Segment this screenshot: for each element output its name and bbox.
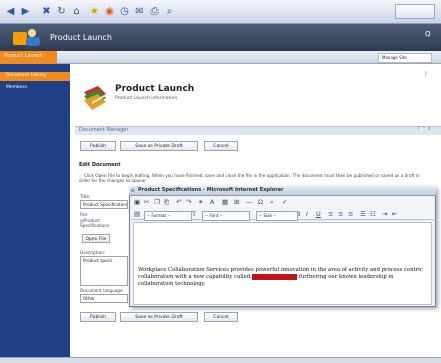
nav-item-document-library[interactable]: Document Library <box>0 72 70 81</box>
save-draft-button[interactable]: Save as Private Draft <box>120 141 198 151</box>
publish-button-bottom[interactable]: Publish <box>80 312 116 322</box>
site-bar <box>0 51 441 64</box>
page-subtitle: Product Launch information <box>115 96 178 101</box>
underline-icon[interactable]: U <box>316 209 321 220</box>
description-label: Description: <box>80 250 106 255</box>
stop-icon[interactable]: ✖ <box>40 5 53 18</box>
copy-icon[interactable]: ❐ <box>154 197 160 208</box>
table-icon[interactable]: ⊞ <box>234 197 239 208</box>
rich-text-editor[interactable] <box>133 222 432 305</box>
editor-toolbar-row-1: ▣ ✂ ❐ ⎗ ↶ ↷ ⚭ A ▦ ⊞ ― Ω ⌕ ✓ <box>131 197 434 208</box>
font-color-icon[interactable]: A <box>210 197 214 208</box>
edit-document-heading: Edit Document <box>79 162 121 168</box>
cancel-button[interactable]: Cancel <box>204 141 238 151</box>
indent-icon[interactable]: ⇥ <box>382 209 387 220</box>
cancel-button-bottom[interactable]: Cancel <box>204 312 238 322</box>
bullet-list-icon[interactable]: ☷ <box>370 209 376 220</box>
image-icon[interactable]: ▦ <box>222 197 228 208</box>
document-manager-bar <box>75 126 441 135</box>
paste-icon[interactable]: ⎗ <box>164 197 169 208</box>
site-tab[interactable]: Product Launch <box>0 51 57 64</box>
redo-icon[interactable]: ↷ <box>186 197 191 208</box>
feeds-icon[interactable]: ◉ <box>103 5 116 18</box>
panel-controls-icon[interactable]: ? ^ × <box>417 126 431 132</box>
editor-content[interactable]: Workplace Collaboration Services provide… <box>138 267 428 288</box>
special-char-icon[interactable]: Ω <box>258 197 263 208</box>
highlighted-text: Activity Explorer <box>251 274 298 280</box>
refresh-icon[interactable]: ↻ <box>55 5 68 18</box>
history-icon[interactable]: ◷ <box>118 5 131 18</box>
file-name-text: Product Specifications <box>80 218 110 228</box>
find-icon[interactable]: ⌕ <box>270 197 274 208</box>
print-icon[interactable]: ⎙ <box>148 5 161 18</box>
instructions-text: ◌ Click Open File to begin editing. When… <box>79 173 429 183</box>
page-title: Product Launch <box>115 84 195 94</box>
language-label: Document language: <box>80 288 124 293</box>
font-dropdown[interactable]: -- Font -- <box>202 211 250 221</box>
user-widget[interactable] <box>395 4 435 19</box>
undo-icon[interactable]: ↶ <box>176 197 181 208</box>
document-icon[interactable]: ▤ <box>134 209 140 220</box>
instructions-label: Click Open File to begin editing. When y… <box>79 173 420 183</box>
browser-status-bar <box>0 357 441 363</box>
title-field[interactable]: Product Specifications <box>80 200 128 209</box>
save-icon[interactable]: ▣ <box>134 197 140 208</box>
home-icon[interactable]: ⌂ <box>70 5 83 18</box>
size-dropdown[interactable]: -- Size -- <box>256 211 298 221</box>
forward-icon[interactable]: ▶ <box>19 5 32 18</box>
app-title: Product Launch <box>50 33 112 42</box>
file-name: ▤Product Specifications <box>80 218 128 228</box>
book-icon <box>84 86 106 110</box>
help-icon[interactable]: ? <box>424 71 427 78</box>
cut-icon[interactable]: ✂ <box>144 197 149 208</box>
popup-title: Product Specifications - Microsoft Inter… <box>138 187 284 193</box>
back-icon[interactable]: ◀ <box>4 5 17 18</box>
align-right-icon[interactable]: ≡ <box>348 209 353 220</box>
link-icon[interactable]: ⚭ <box>198 197 203 208</box>
numbered-list-icon[interactable]: ☰ <box>360 209 366 220</box>
ie-icon: e <box>131 187 135 194</box>
format-dropdown[interactable]: -- Format -- <box>144 211 192 221</box>
mail-icon[interactable]: ✉ <box>133 5 146 18</box>
align-left-icon[interactable]: ≡ <box>328 209 333 220</box>
publish-button[interactable]: Publish <box>80 141 116 151</box>
favorites-icon[interactable]: ★ <box>88 5 101 18</box>
header-right-glyph[interactable]: Q <box>425 30 441 44</box>
outdent-icon[interactable]: ⇤ <box>392 209 397 220</box>
spellcheck-icon[interactable]: ✓ <box>282 197 287 208</box>
open-file-button[interactable]: Open File <box>82 234 110 243</box>
browser-toolbar: ◀ ▶ ✖ ↻ ⌂ ★ ◉ ◷ ✉ ⎙ ⌕ <box>0 0 441 24</box>
title-label: Title: <box>80 194 91 199</box>
text-icon[interactable]: T <box>192 209 196 220</box>
people-logo-icon <box>13 29 40 46</box>
italic-icon[interactable]: I <box>306 209 308 220</box>
save-draft-button-bottom[interactable]: Save as Private Draft <box>120 312 198 322</box>
nav-item-members[interactable]: Members <box>6 85 27 90</box>
document-manager-title: Document Manager <box>79 127 129 133</box>
left-nav <box>0 64 70 363</box>
file-label: File: <box>80 212 89 217</box>
language-select[interactable]: Other <box>80 294 128 303</box>
manage-site-button[interactable]: Manage Site <box>378 53 432 63</box>
search-icon[interactable]: ⌕ <box>163 5 176 18</box>
description-field[interactable]: Product specs <box>80 256 128 286</box>
horizontal-rule-icon[interactable]: ― <box>246 197 253 208</box>
align-center-icon[interactable]: ≡ <box>338 209 343 220</box>
